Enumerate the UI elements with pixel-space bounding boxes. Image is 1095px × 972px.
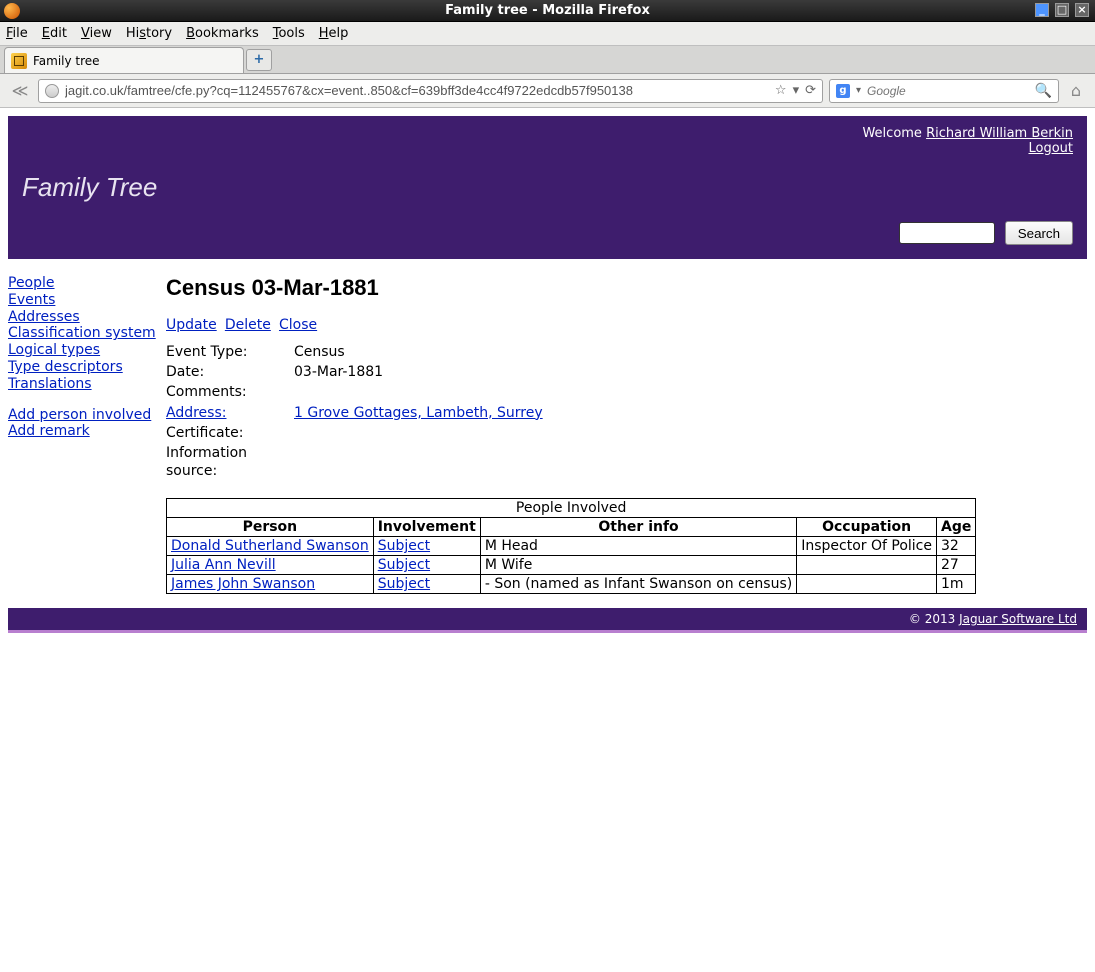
firefox-icon bbox=[4, 3, 20, 19]
browser-tab[interactable]: Family tree bbox=[4, 47, 244, 73]
site-search-input[interactable] bbox=[899, 222, 995, 244]
certificate-label: Certificate: bbox=[166, 424, 294, 442]
search-submit-icon[interactable]: 🔍 bbox=[1035, 83, 1052, 99]
nav-events[interactable]: Events bbox=[8, 292, 158, 309]
nav-add-remark[interactable]: Add remark bbox=[8, 423, 158, 440]
new-tab-button[interactable]: + bbox=[246, 49, 272, 71]
info-source-label: Information source: bbox=[166, 444, 294, 480]
person-link[interactable]: Donald Sutherland Swanson bbox=[171, 538, 369, 554]
age-cell: 32 bbox=[936, 537, 975, 556]
age-cell: 27 bbox=[936, 556, 975, 575]
google-icon: g bbox=[836, 84, 850, 98]
site-title: Family Tree bbox=[22, 172, 1073, 203]
comments-label: Comments: bbox=[166, 383, 294, 401]
minimize-button[interactable]: _ bbox=[1035, 3, 1049, 17]
col-person: Person bbox=[167, 518, 374, 537]
browser-search-bar[interactable]: g ▾ 🔍 bbox=[829, 79, 1059, 103]
age-cell: 1m bbox=[936, 575, 975, 594]
menu-file[interactable]: File bbox=[6, 26, 28, 41]
window-title: Family tree - Mozilla Firefox bbox=[445, 3, 650, 18]
bookmark-star-icon[interactable]: ☆ bbox=[775, 83, 787, 98]
url-bar[interactable]: ☆ ▾ ⟳ bbox=[38, 79, 823, 103]
url-input[interactable] bbox=[65, 83, 769, 98]
site-banner: Welcome Richard William Berkin Logout Fa… bbox=[8, 116, 1087, 259]
event-details: Event Type: Census Date: 03-Mar-1881 Com… bbox=[166, 343, 1087, 480]
occupation-cell bbox=[797, 556, 937, 575]
person-link[interactable]: James John Swanson bbox=[171, 576, 315, 592]
nav-addresses[interactable]: Addresses bbox=[8, 309, 158, 326]
menu-history[interactable]: History bbox=[126, 26, 172, 41]
involvement-link[interactable]: Subject bbox=[378, 576, 430, 592]
company-link[interactable]: Jaguar Software Ltd bbox=[959, 612, 1077, 626]
menubar: File Edit View History Bookmarks Tools H… bbox=[0, 22, 1095, 46]
occupation-cell bbox=[797, 575, 937, 594]
other-cell: M Wife bbox=[480, 556, 796, 575]
tab-favicon bbox=[11, 53, 27, 69]
table-row: Julia Ann Nevill Subject M Wife 27 bbox=[167, 556, 976, 575]
delete-link[interactable]: Delete bbox=[225, 317, 271, 333]
date-value: 03-Mar-1881 bbox=[294, 363, 383, 381]
reload-icon[interactable]: ⟳ bbox=[805, 83, 816, 98]
person-link[interactable]: Julia Ann Nevill bbox=[171, 557, 276, 573]
url-dropdown-icon[interactable]: ▾ bbox=[793, 83, 800, 98]
address-label: Address: bbox=[166, 404, 294, 422]
menu-tools[interactable]: Tools bbox=[273, 26, 305, 41]
site-search-button[interactable] bbox=[1005, 221, 1073, 245]
nav-logical-types[interactable]: Logical types bbox=[8, 342, 158, 359]
address-value: 1 Grove Gottages, Lambeth, Surrey bbox=[294, 404, 543, 422]
globe-icon bbox=[45, 84, 59, 98]
table-row: James John Swanson Subject - Son (named … bbox=[167, 575, 976, 594]
event-type-label: Event Type: bbox=[166, 343, 294, 361]
search-engine-dropdown-icon[interactable]: ▾ bbox=[856, 85, 861, 96]
site-footer: © 2013 Jaguar Software Ltd bbox=[8, 608, 1087, 633]
table-caption: People Involved bbox=[167, 499, 976, 518]
nav-classification-system[interactable]: Classification system bbox=[8, 325, 158, 342]
close-window-button[interactable]: × bbox=[1075, 3, 1089, 17]
involvement-link[interactable]: Subject bbox=[378, 557, 430, 573]
close-link[interactable]: Close bbox=[279, 317, 317, 333]
other-cell: - Son (named as Infant Swanson on census… bbox=[480, 575, 796, 594]
home-button[interactable]: ⌂ bbox=[1065, 80, 1087, 102]
page-heading: Census 03-Mar-1881 bbox=[166, 275, 1087, 301]
menu-edit[interactable]: Edit bbox=[42, 26, 67, 41]
address-link[interactable]: 1 Grove Gottages, Lambeth, Surrey bbox=[294, 405, 543, 421]
table-row: Donald Sutherland Swanson Subject M Head… bbox=[167, 537, 976, 556]
update-link[interactable]: Update bbox=[166, 317, 217, 333]
copyright-text: © 2013 bbox=[909, 612, 959, 626]
nav-type-descriptors[interactable]: Type descriptors bbox=[8, 359, 158, 376]
action-links: Update Delete Close bbox=[166, 317, 1087, 333]
user-link[interactable]: Richard William Berkin bbox=[926, 126, 1073, 141]
nav-add-person-involved[interactable]: Add person involved bbox=[8, 407, 158, 424]
event-type-value: Census bbox=[294, 343, 345, 361]
nav-translations[interactable]: Translations bbox=[8, 376, 158, 393]
sidebar: People Events Addresses Classification s… bbox=[8, 275, 166, 594]
nav-toolbar: ≪ ☆ ▾ ⟳ g ▾ 🔍 ⌂ bbox=[0, 74, 1095, 108]
menu-view[interactable]: View bbox=[81, 26, 112, 41]
col-occupation: Occupation bbox=[797, 518, 937, 537]
welcome-line: Welcome Richard William Berkin Logout bbox=[22, 126, 1073, 156]
logout-link[interactable]: Logout bbox=[1028, 141, 1073, 156]
nav-people[interactable]: People bbox=[8, 275, 158, 292]
date-label: Date: bbox=[166, 363, 294, 381]
tabbar: Family tree + bbox=[0, 46, 1095, 74]
back-button[interactable]: ≪ bbox=[8, 80, 32, 102]
window-titlebar: Family tree - Mozilla Firefox _ □ × bbox=[0, 0, 1095, 22]
involvement-link[interactable]: Subject bbox=[378, 538, 430, 554]
col-age: Age bbox=[936, 518, 975, 537]
col-other: Other info bbox=[480, 518, 796, 537]
tab-title: Family tree bbox=[33, 49, 100, 73]
other-cell: M Head bbox=[480, 537, 796, 556]
welcome-label: Welcome bbox=[862, 126, 926, 141]
occupation-cell: Inspector Of Police bbox=[797, 537, 937, 556]
menu-help[interactable]: Help bbox=[319, 26, 349, 41]
browser-search-input[interactable] bbox=[867, 84, 1029, 98]
people-involved-table: People Involved Person Involvement Other… bbox=[166, 498, 976, 594]
menu-bookmarks[interactable]: Bookmarks bbox=[186, 26, 259, 41]
col-involvement: Involvement bbox=[373, 518, 480, 537]
maximize-button[interactable]: □ bbox=[1055, 3, 1069, 17]
main-content: Census 03-Mar-1881 Update Delete Close E… bbox=[166, 275, 1087, 594]
